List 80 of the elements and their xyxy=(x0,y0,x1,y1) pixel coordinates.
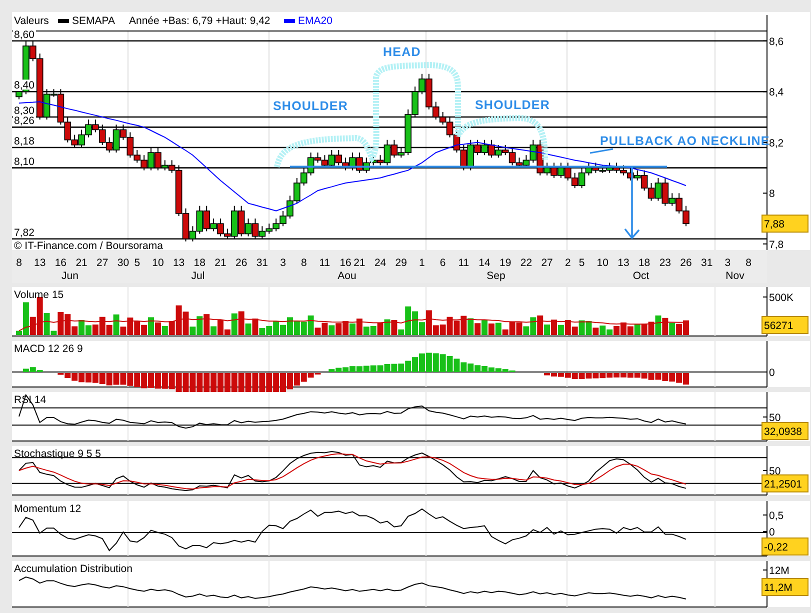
month-label: Nov xyxy=(726,270,744,282)
axis-label: 12M xyxy=(769,565,790,577)
price-level-label: 8,10 xyxy=(14,156,34,168)
price-level-label: 7,82 xyxy=(14,226,34,239)
date-label: 13 xyxy=(34,257,46,269)
legend-label: EMA20 xyxy=(298,15,332,27)
price-level-label: 8,26 xyxy=(14,115,34,128)
axis-label: 0 xyxy=(769,367,775,379)
date-label: 18 xyxy=(194,257,206,269)
price-level-label: 8,40 xyxy=(14,80,34,92)
indicator-title: Stochastique 9 5 5 xyxy=(14,448,101,460)
date-label: 6 xyxy=(440,257,446,269)
range-text: Année +Bas: 6,79 +Haut: 9,42 xyxy=(129,15,270,27)
annotation-label: SHOULDER xyxy=(475,98,550,112)
price-level-label: 8,18 xyxy=(14,136,34,148)
date-label: 14 xyxy=(478,257,490,269)
axis-label: 8,6 xyxy=(769,36,784,48)
date-label: 10 xyxy=(596,257,608,269)
date-label: 8 xyxy=(16,257,22,269)
date-label: 21 xyxy=(76,257,88,269)
chart-title: Valeurs xyxy=(14,15,49,27)
current-value-badge: -0,22 xyxy=(762,538,808,556)
date-label: 31 xyxy=(256,257,268,269)
annotation-label: SHOULDER xyxy=(273,99,348,113)
axis-label: 500K xyxy=(769,292,794,304)
month-label: Aou xyxy=(338,270,356,282)
axis-label: 8 xyxy=(769,188,775,200)
date-label: 23 xyxy=(659,257,671,269)
date-label: 26 xyxy=(680,257,692,269)
copyright-text: © IT-Finance.com / Boursorama xyxy=(14,240,163,252)
current-value-badge: 32,0938 xyxy=(762,422,808,440)
month-label: Jul xyxy=(191,270,205,282)
indicator-title: MACD 12 26 9 xyxy=(14,343,83,355)
indicator-title: Momentum 12 xyxy=(14,503,82,515)
date-label: 13 xyxy=(172,257,185,269)
date-label: 21 xyxy=(214,257,226,269)
date-label: 19 xyxy=(500,257,512,269)
axis-label: 7,8 xyxy=(769,238,784,251)
axis-label: 8,2 xyxy=(769,137,784,150)
date-label: 11 xyxy=(458,257,470,269)
month-label: Oct xyxy=(632,270,650,282)
date-label: 21 xyxy=(354,257,366,269)
date-label: 16 xyxy=(54,257,67,269)
date-label: 11 xyxy=(319,257,330,269)
date-label: 31 xyxy=(701,257,713,269)
date-label: 10 xyxy=(152,257,164,269)
date-label: 29 xyxy=(395,257,407,269)
date-label: 22 xyxy=(520,257,532,269)
axis-label: 0,5 xyxy=(769,510,784,522)
month-label: Jun xyxy=(62,270,78,282)
indicator-title: Volume 15 xyxy=(14,289,64,301)
date-label: 5 xyxy=(578,257,585,269)
date-label: 3 xyxy=(724,257,731,269)
current-value-badge: 21,2501 xyxy=(762,474,808,492)
current-price-badge: 7,88 xyxy=(762,214,808,233)
date-label: 24 xyxy=(374,257,386,269)
date-label: 18 xyxy=(638,257,650,269)
axis-label: 50 xyxy=(769,412,781,424)
date-label: 26 xyxy=(236,257,248,269)
price-level-label: 8,60 xyxy=(14,28,34,41)
current-value-badge: 11,2M xyxy=(762,578,808,596)
month-label: Sep xyxy=(486,270,506,282)
price-level-label: 8,30 xyxy=(14,105,34,118)
date-label: 5 xyxy=(134,257,140,269)
date-label: 13 xyxy=(618,257,630,269)
date-label: 2 xyxy=(564,257,571,269)
current-value-badge: 56271 xyxy=(762,316,808,334)
date-label: 1 xyxy=(419,257,425,269)
legend-label: SEMAPA xyxy=(72,15,115,27)
date-label: 8 xyxy=(300,257,307,269)
date-label: 27 xyxy=(96,257,108,269)
date-label: 16 xyxy=(340,257,352,269)
date-label: 27 xyxy=(541,257,553,269)
axis-label: 8,4 xyxy=(769,86,784,99)
date-label: 30 xyxy=(117,257,130,269)
axis-label: 0 xyxy=(769,526,775,538)
indicator-title: Accumulation Distribution xyxy=(14,563,132,575)
date-label: 8 xyxy=(746,257,752,269)
date-label: 3 xyxy=(280,257,286,269)
annotation-label: HEAD xyxy=(383,45,421,59)
